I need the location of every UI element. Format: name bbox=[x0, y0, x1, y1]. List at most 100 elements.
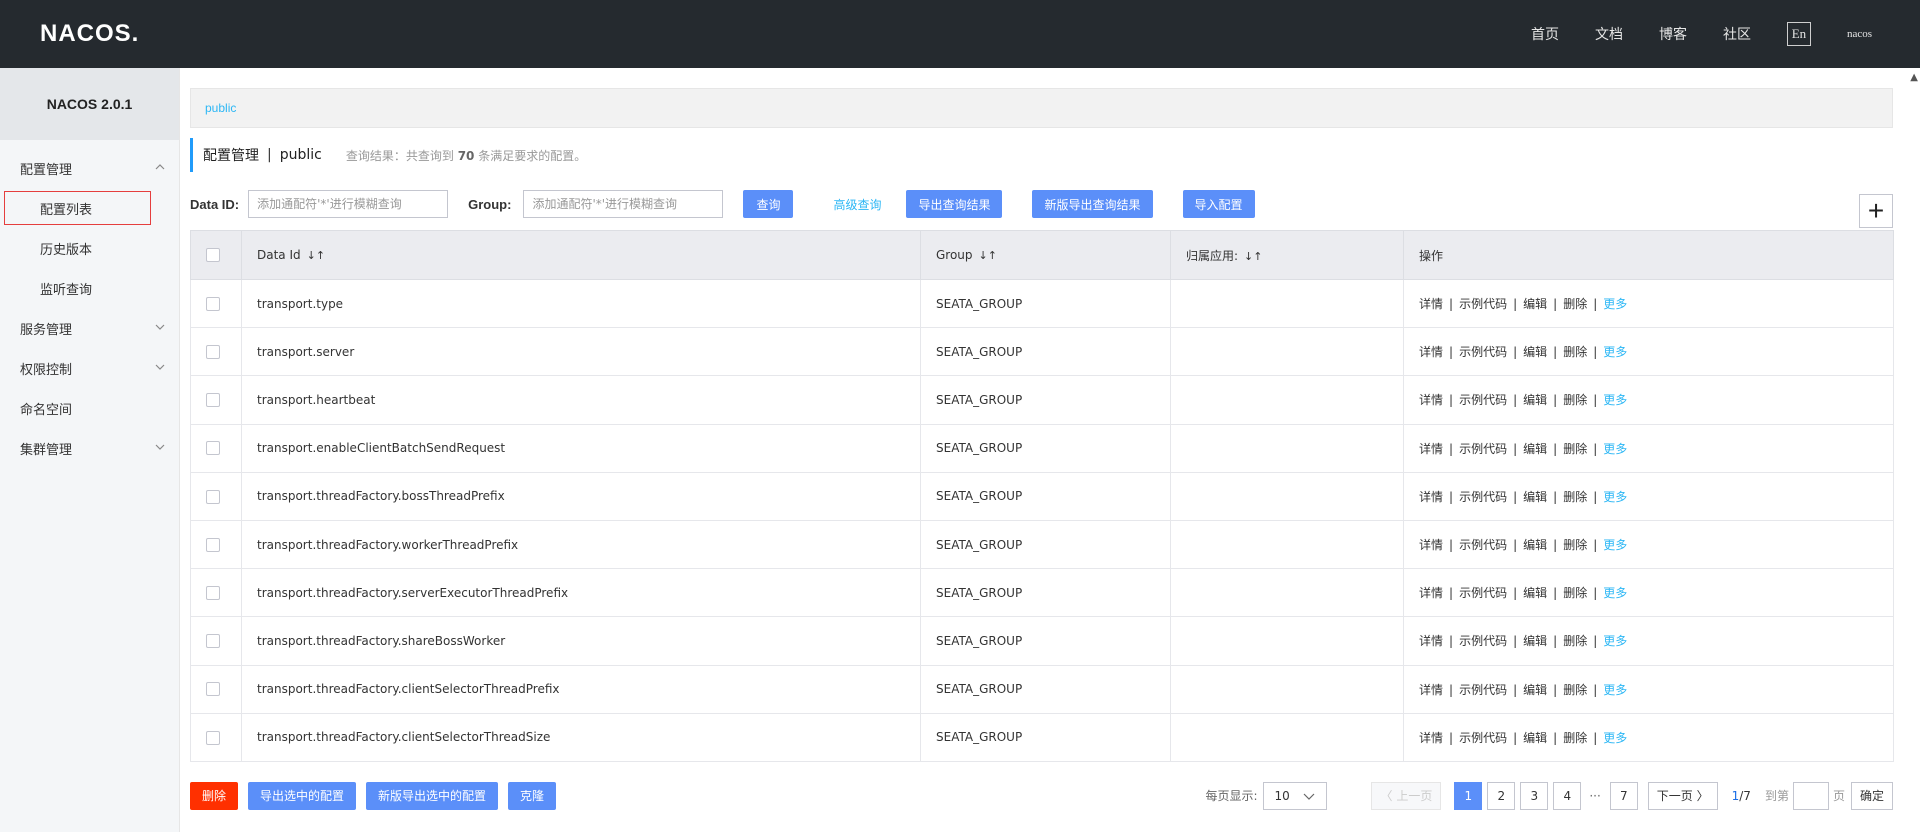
detail-link[interactable]: 详情 bbox=[1419, 634, 1443, 648]
sample-code-link[interactable]: 示例代码 bbox=[1459, 345, 1507, 359]
menu-service-management[interactable]: 服务管理 bbox=[0, 308, 179, 348]
sample-code-link[interactable]: 示例代码 bbox=[1459, 683, 1507, 697]
export-results-button[interactable]: 导出查询结果 bbox=[906, 190, 1003, 218]
detail-link[interactable]: 详情 bbox=[1419, 538, 1443, 552]
clone-button[interactable]: 克隆 bbox=[508, 781, 557, 810]
row-checkbox[interactable] bbox=[206, 393, 220, 408]
menu-config-list[interactable]: 配置列表 bbox=[0, 188, 179, 228]
more-link[interactable]: 更多 bbox=[1603, 442, 1627, 456]
col-app[interactable]: 归属应用: ↓↑ bbox=[1170, 230, 1404, 280]
sort-icon[interactable]: ↓↑ bbox=[1244, 250, 1262, 263]
delete-link[interactable]: 删除 bbox=[1563, 345, 1587, 359]
edit-link[interactable]: 编辑 bbox=[1523, 683, 1547, 697]
delete-link[interactable]: 删除 bbox=[1563, 490, 1587, 504]
sample-code-link[interactable]: 示例代码 bbox=[1459, 586, 1507, 600]
more-link[interactable]: 更多 bbox=[1603, 683, 1627, 697]
col-group[interactable]: Group ↓↑ bbox=[920, 230, 1171, 280]
new-export-results-button[interactable]: 新版导出查询结果 bbox=[1032, 190, 1153, 218]
row-checkbox[interactable] bbox=[206, 730, 220, 745]
menu-cluster-management[interactable]: 集群管理 bbox=[0, 428, 179, 468]
dataid-input[interactable] bbox=[248, 190, 449, 218]
row-checkbox[interactable] bbox=[206, 537, 220, 552]
delete-link[interactable]: 删除 bbox=[1563, 538, 1587, 552]
page-3[interactable]: 3 bbox=[1520, 781, 1549, 810]
page-4[interactable]: 4 bbox=[1553, 781, 1582, 810]
menu-history-version[interactable]: 历史版本 bbox=[0, 228, 179, 268]
select-all-checkbox[interactable] bbox=[206, 248, 220, 263]
edit-link[interactable]: 编辑 bbox=[1523, 538, 1547, 552]
row-checkbox[interactable] bbox=[206, 345, 220, 360]
import-config-button[interactable]: 导入配置 bbox=[1182, 190, 1255, 218]
goto-confirm-button[interactable]: 确定 bbox=[1850, 781, 1893, 810]
detail-link[interactable]: 详情 bbox=[1419, 731, 1443, 745]
nav-home[interactable]: 首页 bbox=[1531, 24, 1559, 44]
delete-link[interactable]: 删除 bbox=[1563, 634, 1587, 648]
more-link[interactable]: 更多 bbox=[1603, 297, 1627, 311]
prev-page-button[interactable]: 〈 上一页 bbox=[1371, 781, 1442, 810]
nacos-logo[interactable]: NACOS. bbox=[40, 20, 139, 48]
sample-code-link[interactable]: 示例代码 bbox=[1459, 442, 1507, 456]
detail-link[interactable]: 详情 bbox=[1419, 490, 1443, 504]
delete-link[interactable]: 删除 bbox=[1563, 297, 1587, 311]
page-last[interactable]: 7 bbox=[1609, 781, 1638, 810]
query-button[interactable]: 查询 bbox=[743, 190, 794, 218]
detail-link[interactable]: 详情 bbox=[1419, 393, 1443, 407]
row-checkbox[interactable] bbox=[206, 489, 220, 504]
edit-link[interactable]: 编辑 bbox=[1523, 490, 1547, 504]
row-checkbox[interactable] bbox=[206, 441, 220, 456]
more-link[interactable]: 更多 bbox=[1603, 490, 1627, 504]
page-1[interactable]: 1 bbox=[1454, 781, 1483, 810]
user-name[interactable]: nacos bbox=[1847, 28, 1872, 40]
menu-namespace[interactable]: 命名空间 bbox=[0, 388, 179, 428]
language-switch[interactable]: En bbox=[1786, 22, 1811, 46]
nav-docs[interactable]: 文档 bbox=[1595, 24, 1623, 44]
next-page-button[interactable]: 下一页 〉 bbox=[1647, 781, 1718, 810]
sort-icon[interactable]: ↓↑ bbox=[307, 249, 325, 262]
edit-link[interactable]: 编辑 bbox=[1523, 393, 1547, 407]
menu-config-management[interactable]: 配置管理 bbox=[0, 148, 179, 188]
sample-code-link[interactable]: 示例代码 bbox=[1459, 731, 1507, 745]
detail-link[interactable]: 详情 bbox=[1419, 297, 1443, 311]
delete-link[interactable]: 删除 bbox=[1563, 442, 1587, 456]
edit-link[interactable]: 编辑 bbox=[1523, 634, 1547, 648]
sample-code-link[interactable]: 示例代码 bbox=[1459, 490, 1507, 504]
menu-access-control[interactable]: 权限控制 bbox=[0, 348, 179, 388]
row-checkbox[interactable] bbox=[206, 682, 220, 697]
page-2[interactable]: 2 bbox=[1487, 781, 1516, 810]
edit-link[interactable]: 编辑 bbox=[1523, 345, 1547, 359]
nav-community[interactable]: 社区 bbox=[1723, 24, 1751, 44]
more-link[interactable]: 更多 bbox=[1603, 345, 1627, 359]
more-link[interactable]: 更多 bbox=[1603, 393, 1627, 407]
sample-code-link[interactable]: 示例代码 bbox=[1459, 297, 1507, 311]
namespace-tab-public[interactable]: public bbox=[205, 101, 236, 115]
detail-link[interactable]: 详情 bbox=[1419, 442, 1443, 456]
more-link[interactable]: 更多 bbox=[1603, 731, 1627, 745]
delete-link[interactable]: 删除 bbox=[1563, 393, 1587, 407]
page-size-select[interactable]: 10 bbox=[1263, 781, 1328, 810]
scroll-up-arrow[interactable]: ▲ bbox=[1910, 72, 1918, 83]
detail-link[interactable]: 详情 bbox=[1419, 345, 1443, 359]
goto-page-input[interactable] bbox=[1792, 781, 1829, 810]
detail-link[interactable]: 详情 bbox=[1419, 683, 1443, 697]
row-checkbox[interactable] bbox=[206, 296, 220, 311]
more-link[interactable]: 更多 bbox=[1603, 586, 1627, 600]
add-config-button[interactable]: + bbox=[1859, 194, 1893, 228]
advanced-query-link[interactable]: 高级查询 bbox=[833, 196, 881, 213]
more-link[interactable]: 更多 bbox=[1603, 538, 1627, 552]
sample-code-link[interactable]: 示例代码 bbox=[1459, 634, 1507, 648]
sample-code-link[interactable]: 示例代码 bbox=[1459, 538, 1507, 552]
group-input[interactable] bbox=[523, 190, 724, 218]
sort-icon[interactable]: ↓↑ bbox=[979, 249, 997, 262]
edit-link[interactable]: 编辑 bbox=[1523, 297, 1547, 311]
delete-link[interactable]: 删除 bbox=[1563, 731, 1587, 745]
delete-link[interactable]: 删除 bbox=[1563, 586, 1587, 600]
export-selected-button[interactable]: 导出选中的配置 bbox=[248, 781, 357, 810]
row-checkbox[interactable] bbox=[206, 585, 220, 600]
row-checkbox[interactable] bbox=[206, 634, 220, 649]
batch-delete-button[interactable]: 删除 bbox=[190, 781, 239, 810]
new-export-selected-button[interactable]: 新版导出选中的配置 bbox=[366, 781, 499, 810]
menu-listener-query[interactable]: 监听查询 bbox=[0, 268, 179, 308]
edit-link[interactable]: 编辑 bbox=[1523, 731, 1547, 745]
edit-link[interactable]: 编辑 bbox=[1523, 442, 1547, 456]
edit-link[interactable]: 编辑 bbox=[1523, 586, 1547, 600]
